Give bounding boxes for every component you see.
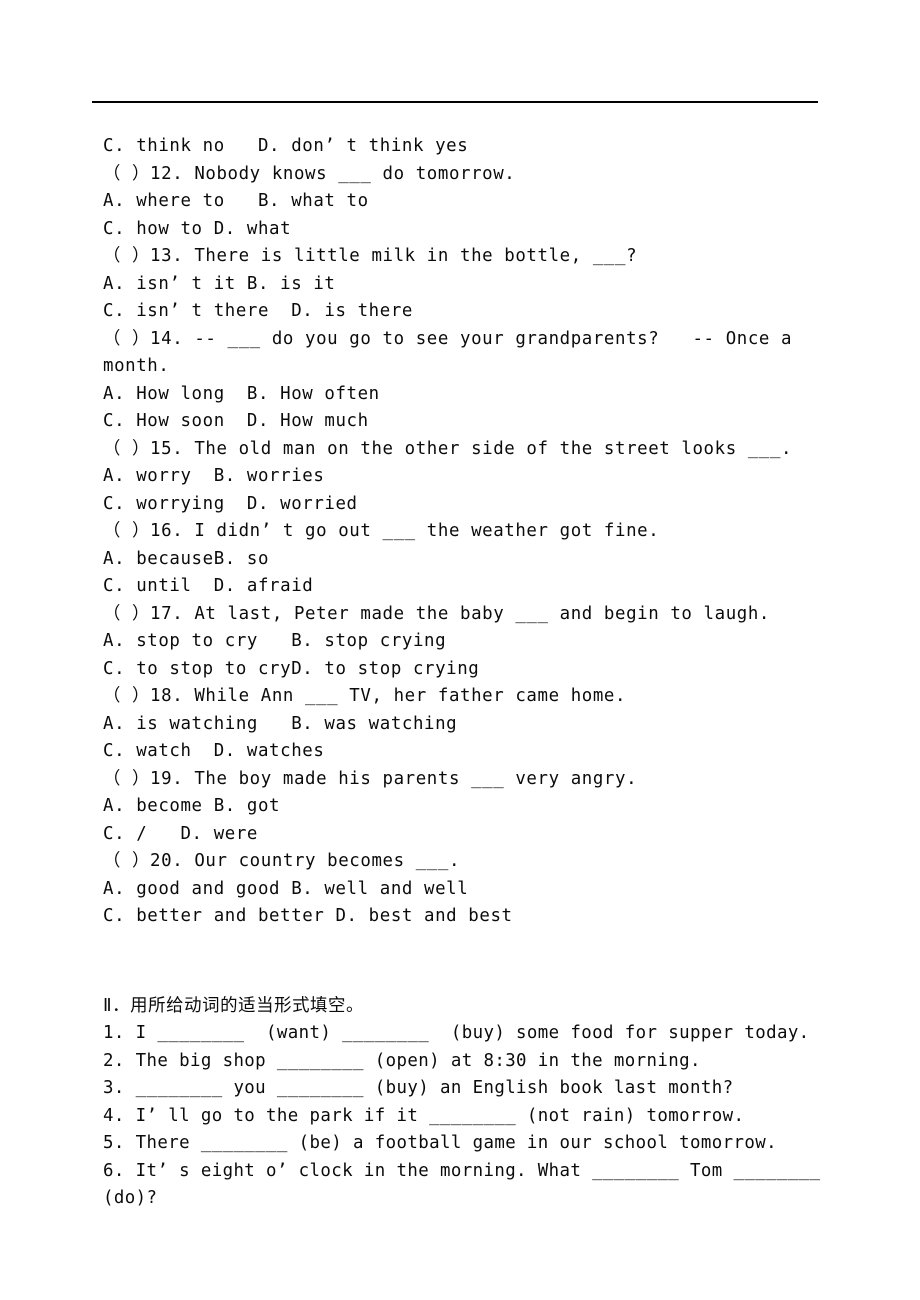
mc-line: A. is watching B. was watching (103, 713, 458, 734)
fib-line: 1. I ________ (want) ________ (buy) some… (103, 1023, 810, 1043)
mc-line: C. worrying D. worried (103, 493, 358, 514)
mc-line: C. How soon D. How much (103, 411, 369, 431)
mc-line: （ ）19. The boy made his parents ___ very… (103, 768, 638, 789)
mc-line: C. think no D. don’ t think yes (103, 136, 469, 156)
mc-line: C. until D. afraid (103, 576, 314, 596)
mc-line: A. become B. got (103, 796, 281, 816)
header-divider-rule (92, 101, 818, 103)
mc-line: （ ）20. Our country becomes ___. (103, 851, 461, 871)
mc-line: A. How long B. How often (103, 383, 380, 404)
mc-line: A. becauseB. so (103, 548, 270, 569)
mc-line: （ ）18. While Ann ___ TV, her father came… (103, 686, 627, 706)
section-two-heading: Ⅱ．用所给动词的适当形式填空。 (103, 995, 365, 1016)
fib-line: 4. I’ ll go to the park if it ________ (… (103, 1105, 745, 1126)
mc-line: （ ）15. The old man on the other side of … (103, 438, 793, 459)
mc-line: A. stop to cry B. stop crying (103, 631, 447, 651)
mc-line: （ ）17. At last, Peter made the baby ___ … (103, 603, 770, 624)
fib-line: 2. The big shop ________ (open) at 8:30 … (103, 1050, 701, 1071)
mc-line: A. isn’ t it B. is it (103, 273, 336, 294)
mc-line: C. better and better D. best and best (103, 906, 513, 926)
fib-line: 3. ________ you ________ (buy) an Englis… (103, 1078, 734, 1098)
worksheet-body: C. think no D. don’ t think yes （ ）12. N… (103, 133, 863, 1213)
mc-line: （ ）13. There is little milk in the bottl… (103, 246, 638, 266)
mc-line: A. where to B. what to (103, 191, 369, 211)
fib-line: 6. It’ s eight o’ clock in the morning. … (103, 1160, 832, 1209)
mc-line: （ ）16. I didn’ t go out ___ the weather … (103, 521, 660, 541)
fill-in-blank-section: Ⅱ．用所给动词的适当形式填空。 1. I ________ (want) ___… (103, 993, 863, 1213)
mc-line: A. worry B. worries (103, 466, 325, 486)
fib-line: 5. There ________ (be) a football game i… (103, 1133, 777, 1153)
mc-line-wrap: month. (103, 356, 170, 376)
mc-line: C. watch D. watches (103, 741, 325, 761)
multiple-choice-section: C. think no D. don’ t think yes （ ）12. N… (103, 133, 863, 931)
mc-line: A. good and good B. well and well (103, 878, 469, 899)
worksheet-page: C. think no D. don’ t think yes （ ）12. N… (0, 0, 920, 1300)
mc-line: （ ）12. Nobody knows ___ do tomorrow. (103, 163, 516, 184)
mc-line: C. how to D. what (103, 218, 292, 239)
mc-line: C. / D. were (103, 823, 258, 844)
mc-line: （ ）14. -- ___ do you go to see your gran… (103, 328, 793, 349)
mc-line: C. to stop to cryD. to stop crying (103, 658, 480, 679)
mc-line: C. isn’ t there D. is there (103, 301, 413, 321)
